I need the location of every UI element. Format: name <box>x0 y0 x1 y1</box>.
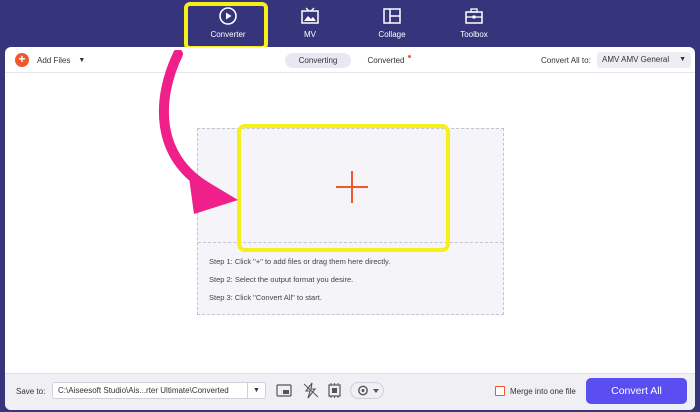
merge-label: Merge into one file <box>510 386 576 396</box>
convert-all-button[interactable]: Convert All <box>586 378 687 404</box>
save-path-field[interactable]: C:\Aiseesoft Studio\Ais...rter Ultimate\… <box>52 382 266 399</box>
nav-label-toolbox: Toolbox <box>460 30 488 39</box>
flash-off-icon[interactable] <box>302 382 320 399</box>
step-2-text: Step 2: Select the output format you des… <box>209 275 354 284</box>
chevron-down-icon[interactable]: ▼ <box>78 57 85 64</box>
nav-tab-collage[interactable]: Collage <box>354 4 430 46</box>
hardware-acceleration-icon[interactable] <box>326 382 344 399</box>
toolbox-icon <box>465 8 483 24</box>
output-format-select[interactable]: AMV AMV General ▼ <box>597 52 691 68</box>
step-3-text: Step 3: Click "Convert All" to start. <box>209 293 322 302</box>
tab-converted-label: Converted <box>367 56 405 65</box>
tab-converted[interactable]: Converted <box>361 53 411 68</box>
settings-gear-icon[interactable] <box>350 382 384 399</box>
add-files-label: Add Files <box>37 55 71 65</box>
checkbox-box[interactable] <box>495 386 505 396</box>
bottom-bar: Save to: C:\Aiseesoft Studio\Ais...rter … <box>5 373 695 410</box>
merge-into-one-file-checkbox[interactable]: Merge into one file <box>495 386 576 396</box>
save-to-label: Save to: <box>16 387 46 396</box>
nav-label-collage: Collage <box>378 30 406 39</box>
nav-tab-toolbox[interactable]: Toolbox <box>436 4 512 46</box>
collage-icon <box>383 8 401 24</box>
add-icon: + <box>15 53 29 67</box>
drop-zone-highlight-box <box>237 124 450 252</box>
step-1-text: Step 1: Click "+" to add files or drag t… <box>209 257 391 266</box>
convert-all-to-label: Convert All to: <box>541 56 591 65</box>
nav-label-mv: MV <box>304 30 316 39</box>
tab-converting[interactable]: Converting <box>285 53 351 68</box>
toolbar: + Add Files ▼ Converting Converted Conve… <box>5 47 695 73</box>
top-navigation: Converter MV Collage Toolbox <box>0 0 700 48</box>
annotation-arrow-icon <box>158 50 238 214</box>
converter-highlight-box <box>184 2 268 50</box>
open-folder-icon[interactable] <box>275 382 293 399</box>
output-format-value: AMV AMV General <box>602 55 670 64</box>
mv-icon <box>301 7 319 24</box>
chevron-down-icon[interactable]: ▼ <box>247 383 265 398</box>
add-files-button[interactable]: + Add Files ▼ <box>15 53 85 67</box>
notification-dot <box>408 55 411 58</box>
nav-tab-mv[interactable]: MV <box>272 4 348 46</box>
chevron-down-icon: ▼ <box>679 56 686 63</box>
save-path-value: C:\Aiseesoft Studio\Ais...rter Ultimate\… <box>58 386 229 395</box>
